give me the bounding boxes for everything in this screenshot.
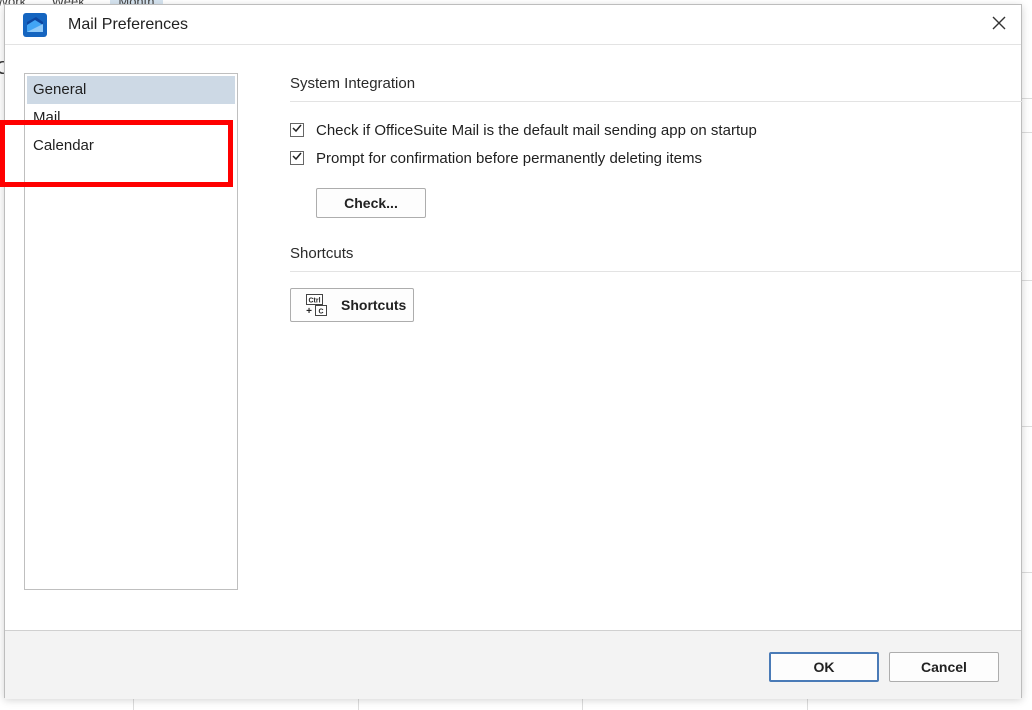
section-divider bbox=[290, 101, 1023, 102]
shortcuts-button-label: Shortcuts bbox=[341, 297, 407, 313]
shortcuts-button[interactable]: Ctrl + C Shortcuts bbox=[290, 288, 414, 322]
bg-grid-line bbox=[1022, 132, 1032, 133]
c-key-label: C bbox=[318, 309, 323, 316]
titlebar-divider bbox=[5, 44, 1021, 45]
close-icon bbox=[992, 16, 1006, 35]
default-mail-app-option[interactable]: Check if OfficeSuite Mail is the default… bbox=[290, 120, 757, 140]
cancel-button[interactable]: Cancel bbox=[889, 652, 999, 682]
annotation-highlight-box bbox=[0, 120, 233, 187]
bg-grid-line bbox=[1022, 98, 1032, 99]
default-mail-app-label: Check if OfficeSuite Mail is the default… bbox=[316, 121, 757, 139]
officesuite-mail-icon bbox=[23, 13, 47, 37]
shortcuts-heading: Shortcuts bbox=[290, 245, 354, 262]
plus-sign: + bbox=[306, 306, 312, 317]
bg-grid-line bbox=[582, 698, 583, 710]
keyboard-shortcut-icon: Ctrl + C bbox=[305, 293, 331, 317]
confirm-delete-checkbox[interactable] bbox=[290, 151, 304, 165]
ctrl-key-label: Ctrl bbox=[308, 298, 320, 305]
confirm-delete-label: Prompt for confirmation before permanent… bbox=[316, 149, 703, 167]
close-button[interactable] bbox=[985, 11, 1013, 39]
category-label: General bbox=[33, 81, 87, 98]
bg-grid-line bbox=[1022, 426, 1032, 427]
mail-preferences-dialog: Mail Preferences General Mail Calendar S… bbox=[4, 4, 1023, 699]
category-item-general[interactable]: General bbox=[27, 76, 235, 104]
bg-grid-line bbox=[807, 698, 808, 710]
check-button[interactable]: Check... bbox=[316, 188, 426, 218]
dialog-footer: OK Cancel bbox=[5, 630, 1021, 699]
bg-grid-line bbox=[358, 698, 359, 710]
dialog-title: Mail Preferences bbox=[68, 16, 189, 33]
section-divider bbox=[290, 271, 1023, 272]
bg-grid-line bbox=[1022, 572, 1032, 573]
ok-button[interactable]: OK bbox=[769, 652, 879, 682]
system-integration-heading: System Integration bbox=[290, 75, 416, 92]
checkmark-icon bbox=[291, 121, 303, 139]
bg-grid-line bbox=[133, 698, 134, 710]
bg-grid-line bbox=[1022, 280, 1032, 281]
dialog-titlebar: Mail Preferences bbox=[5, 5, 1021, 45]
confirm-delete-option[interactable]: Prompt for confirmation before permanent… bbox=[290, 148, 702, 168]
default-mail-app-checkbox[interactable] bbox=[290, 123, 304, 137]
checkmark-icon bbox=[291, 149, 303, 167]
